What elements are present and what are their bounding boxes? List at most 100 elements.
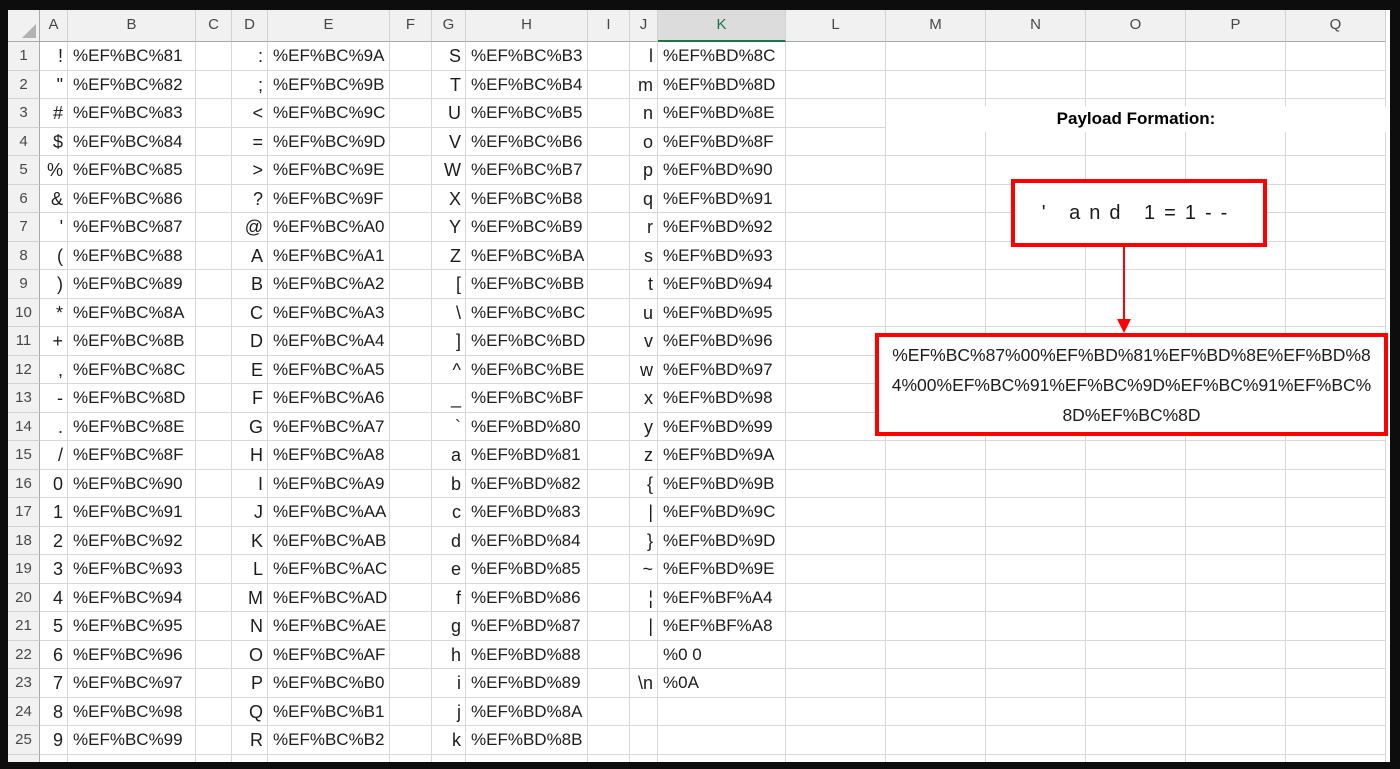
cell-A26[interactable] [40, 754, 68, 762]
row-header-14[interactable]: 14 [8, 412, 40, 441]
cell-B22[interactable]: %EF%BC%96 [68, 640, 196, 669]
cell-I13[interactable] [588, 384, 630, 413]
cell-B25[interactable]: %EF%BC%99 [68, 726, 196, 755]
cell-B17[interactable]: %EF%BC%91 [68, 498, 196, 527]
cell-B8[interactable]: %EF%BC%88 [68, 241, 196, 270]
cell-D10[interactable]: C [232, 298, 268, 327]
payload-encoded-box[interactable]: %EF%BC%87%00%EF%BD%81%EF%BD%8E%EF%BD%84%… [875, 333, 1388, 436]
cell-I21[interactable] [588, 612, 630, 641]
cell-A10[interactable]: * [40, 298, 68, 327]
cell-K21[interactable]: %EF%BF%A8 [658, 612, 786, 641]
cell-H8[interactable]: %EF%BC%BA [466, 241, 588, 270]
cell-L20[interactable] [786, 583, 886, 612]
cell-P9[interactable] [1186, 270, 1286, 299]
row-header-2[interactable]: 2 [8, 70, 40, 99]
cell-L24[interactable] [786, 697, 886, 726]
cell-H13[interactable]: %EF%BC%BF [466, 384, 588, 413]
cell-A21[interactable]: 5 [40, 612, 68, 641]
cell-O1[interactable] [1086, 42, 1186, 71]
cell-J14[interactable]: y [630, 412, 658, 441]
cell-H10[interactable]: %EF%BC%BC [466, 298, 588, 327]
cell-I22[interactable] [588, 640, 630, 669]
cell-C11[interactable] [196, 327, 232, 356]
cell-M8[interactable] [886, 241, 986, 270]
cell-F19[interactable] [390, 555, 432, 584]
cell-B12[interactable]: %EF%BC%8C [68, 355, 196, 384]
cell-C9[interactable] [196, 270, 232, 299]
cell-D23[interactable]: P [232, 669, 268, 698]
cell-K18[interactable]: %EF%BD%9D [658, 526, 786, 555]
cell-C12[interactable] [196, 355, 232, 384]
cell-E23[interactable]: %EF%BC%B0 [268, 669, 390, 698]
cell-M2[interactable] [886, 70, 986, 99]
cell-J5[interactable]: p [630, 156, 658, 185]
cell-K3[interactable]: %EF%BD%8E [658, 99, 786, 128]
cell-H3[interactable]: %EF%BC%B5 [466, 99, 588, 128]
cell-P23[interactable] [1186, 669, 1286, 698]
cell-A23[interactable]: 7 [40, 669, 68, 698]
cell-E22[interactable]: %EF%BC%AF [268, 640, 390, 669]
cell-L8[interactable] [786, 241, 886, 270]
cell-M10[interactable] [886, 298, 986, 327]
cell-M18[interactable] [886, 526, 986, 555]
cell-C13[interactable] [196, 384, 232, 413]
cell-A18[interactable]: 2 [40, 526, 68, 555]
cell-N20[interactable] [986, 583, 1086, 612]
cell-J15[interactable]: z [630, 441, 658, 470]
cell-B14[interactable]: %EF%BC%8E [68, 412, 196, 441]
cell-E15[interactable]: %EF%BC%A8 [268, 441, 390, 470]
column-header-D[interactable]: D [232, 10, 268, 42]
payload-plain-box[interactable]: ' and 1=1-- [1011, 179, 1267, 247]
cell-G9[interactable]: [ [432, 270, 466, 299]
row-header-23[interactable]: 23 [8, 669, 40, 698]
cell-L25[interactable] [786, 726, 886, 755]
cell-Q20[interactable] [1286, 583, 1386, 612]
row-header-21[interactable]: 21 [8, 612, 40, 641]
cell-D21[interactable]: N [232, 612, 268, 641]
cell-G7[interactable]: Y [432, 213, 466, 242]
row-header-8[interactable]: 8 [8, 241, 40, 270]
cell-D3[interactable]: < [232, 99, 268, 128]
cell-P22[interactable] [1186, 640, 1286, 669]
cell-E16[interactable]: %EF%BC%A9 [268, 469, 390, 498]
cell-A17[interactable]: 1 [40, 498, 68, 527]
column-header-M[interactable]: M [886, 10, 986, 42]
cell-I9[interactable] [588, 270, 630, 299]
cell-A2[interactable]: " [40, 70, 68, 99]
cell-J12[interactable]: w [630, 355, 658, 384]
cell-A9[interactable]: ) [40, 270, 68, 299]
cell-B19[interactable]: %EF%BC%93 [68, 555, 196, 584]
cell-H5[interactable]: %EF%BC%B7 [466, 156, 588, 185]
cell-M21[interactable] [886, 612, 986, 641]
cell-Q7[interactable] [1286, 213, 1386, 242]
cell-M24[interactable] [886, 697, 986, 726]
cell-K2[interactable]: %EF%BD%8D [658, 70, 786, 99]
cell-M23[interactable] [886, 669, 986, 698]
cell-N9[interactable] [986, 270, 1086, 299]
cell-K12[interactable]: %EF%BD%97 [658, 355, 786, 384]
cell-A14[interactable]: . [40, 412, 68, 441]
cell-J7[interactable]: r [630, 213, 658, 242]
cell-B15[interactable]: %EF%BC%8F [68, 441, 196, 470]
cell-H23[interactable]: %EF%BD%89 [466, 669, 588, 698]
cell-P25[interactable] [1186, 726, 1286, 755]
cell-H18[interactable]: %EF%BD%84 [466, 526, 588, 555]
cell-F15[interactable] [390, 441, 432, 470]
cell-E25[interactable]: %EF%BC%B2 [268, 726, 390, 755]
cell-C19[interactable] [196, 555, 232, 584]
cell-K25[interactable] [658, 726, 786, 755]
column-header-B[interactable]: B [68, 10, 196, 42]
cell-O20[interactable] [1086, 583, 1186, 612]
cell-E14[interactable]: %EF%BC%A7 [268, 412, 390, 441]
cell-K5[interactable]: %EF%BD%90 [658, 156, 786, 185]
cell-L26[interactable] [786, 754, 886, 762]
cell-F11[interactable] [390, 327, 432, 356]
cell-D17[interactable]: J [232, 498, 268, 527]
cell-L6[interactable] [786, 184, 886, 213]
cell-Q25[interactable] [1286, 726, 1386, 755]
cell-E17[interactable]: %EF%BC%AA [268, 498, 390, 527]
cell-K8[interactable]: %EF%BD%93 [658, 241, 786, 270]
cell-C18[interactable] [196, 526, 232, 555]
row-header-9[interactable]: 9 [8, 270, 40, 299]
cell-Q8[interactable] [1286, 241, 1386, 270]
